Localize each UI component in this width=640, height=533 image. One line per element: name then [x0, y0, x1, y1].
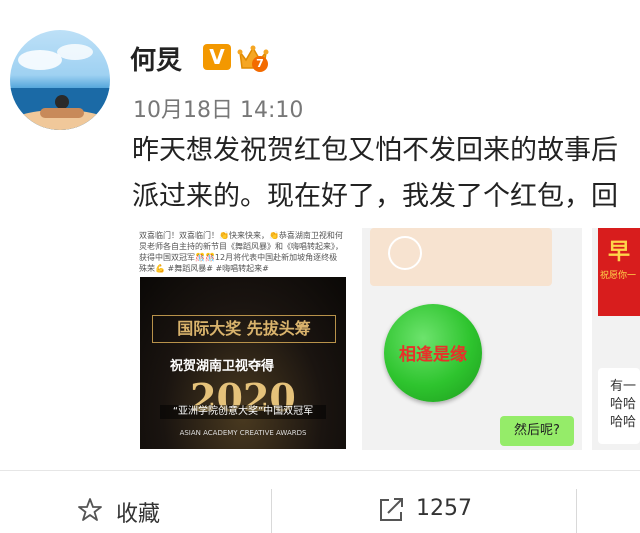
verified-badge: V	[203, 44, 231, 70]
chat-card	[370, 228, 552, 286]
chat-bubble-green: 然后呢?	[500, 416, 574, 446]
action-separator-2	[576, 489, 577, 533]
actions-divider	[0, 470, 640, 471]
poster-subtitle: 祝贺湖南卫视夺得	[170, 359, 275, 374]
post-text-line-1: 昨天想发祝贺红包又怕不发回来的故事后	[132, 135, 618, 166]
action-separator-1	[271, 489, 272, 533]
image-caption-text: 双喜临门！双喜临门！👏快来快来，👏恭喜湖南卫视和何炅老师各自主持的新节目《舞蹈风…	[139, 231, 343, 273]
post-image-1[interactable]: 双喜临门！双喜临门！👏快来快来，👏恭喜湖南卫视和何炅老师各自主持的新节目《舞蹈风…	[133, 228, 351, 450]
post-timestamp[interactable]: 10月18日 14:10	[133, 92, 303, 124]
red-card-subtext: 祝愿你一	[600, 271, 637, 281]
post-image-3[interactable]: 早 祝愿你一 有一 哈哈 哈哈	[592, 228, 640, 450]
star-outline-icon	[78, 498, 102, 521]
favorite-label: 收藏	[116, 502, 161, 527]
avatar[interactable]	[10, 30, 110, 130]
avatar-image	[10, 44, 110, 130]
poster-title: 国际大奖 先拔头筹	[152, 315, 336, 343]
post-image-2[interactable]: 相逢是缘 然后呢?	[362, 228, 582, 450]
vip-level-badge: 7	[252, 56, 268, 72]
share-icon	[380, 498, 403, 521]
red-card-text: 早	[608, 240, 631, 265]
share-count: 1257	[416, 496, 472, 521]
check-circle-icon	[388, 236, 422, 270]
award-poster: 国际大奖 先拔头筹 祝贺湖南卫视夺得 2020 “亚洲学院创意大奖”中国双冠军 …	[140, 277, 346, 449]
green-button-text: 相逢是缘	[399, 345, 467, 365]
poster-award: “亚洲学院创意大奖”中国双冠军	[160, 405, 326, 419]
post-text-line-2: 派过来的。现在好了，我发了个红包，回	[132, 181, 618, 212]
user-name[interactable]: 何炅	[130, 40, 182, 77]
post-content: 昨天想发祝贺红包又怕不发回来的故事后 派过来的。现在好了，我发了个红包，回	[132, 128, 618, 220]
chat-bubble-white: 有一 哈哈 哈哈	[598, 368, 640, 444]
poster-english: ASIAN ACADEMY CREATIVE AWARDS	[179, 429, 307, 437]
green-round-button: 相逢是缘	[384, 304, 482, 402]
red-greeting-card: 早 祝愿你一	[598, 228, 640, 316]
